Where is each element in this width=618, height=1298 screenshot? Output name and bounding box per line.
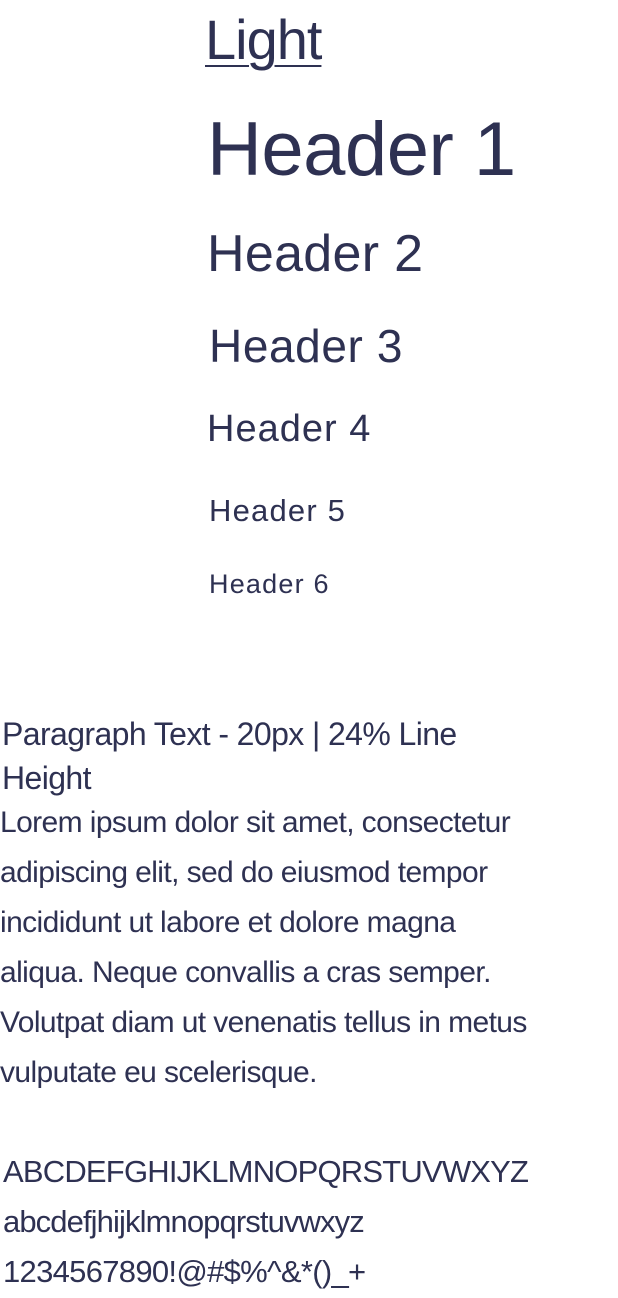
paragraph-line: adipiscing elit, sed do eiusmod tempor	[0, 856, 488, 889]
paragraph-line: Volutpat diam ut venenatis tellus in met…	[0, 1006, 527, 1039]
lowercase-alphabet: abcdefjhijklmnopqrstuvwxyz	[3, 1204, 365, 1239]
header-5-sample: Header 5	[209, 493, 347, 528]
paragraph-line: Lorem ipsum dolor sit amet, consectetur	[0, 806, 511, 839]
paragraph-label: Paragraph Text - 20px | 24% Line Height	[2, 716, 457, 796]
header-2-sample: Header 2	[207, 225, 424, 283]
header-1-sample: Header 1	[207, 107, 516, 192]
numbers-symbols: 1234567890!@#$%^&*()_+	[3, 1254, 366, 1289]
weight-title: Light	[205, 8, 322, 71]
header-6-sample: Header 6	[209, 569, 330, 599]
uppercase-alphabet: ABCDEFGHIJKLMNOPQRSTUVWXYZ	[3, 1154, 529, 1189]
paragraph-line: vulputate eu scelerisque.	[0, 1056, 317, 1089]
paragraph-sample: Lorem ipsum dolor sit amet, consectetur …	[0, 798, 612, 1098]
header-3-sample: Header 3	[209, 320, 404, 372]
paragraph-line: incididunt ut labore et dolore magna	[0, 906, 456, 939]
paragraph-line: aliqua. Neque convallis a cras semper.	[0, 956, 491, 989]
header-4-sample: Header 4	[207, 408, 372, 450]
